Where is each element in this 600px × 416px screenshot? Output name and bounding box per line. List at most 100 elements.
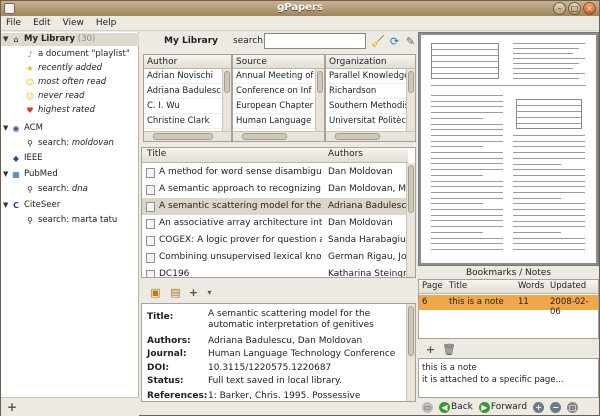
add-icon[interactable]: + xyxy=(187,286,200,299)
list-item[interactable]: Adrian Novischi xyxy=(144,69,231,84)
table-row[interactable]: A semantic scattering model for the a… A… xyxy=(142,198,408,215)
expand-arrow-icon[interactable]: ▼ xyxy=(3,168,11,181)
minimize-icon[interactable]: – xyxy=(553,2,566,15)
refresh-icon[interactable]: ⟳ xyxy=(388,35,401,48)
pdf-text-line xyxy=(513,140,585,142)
author-column-header[interactable]: Author xyxy=(144,55,231,69)
pdf-page-thumbnail[interactable] xyxy=(421,35,596,263)
title-column-header[interactable]: Title xyxy=(147,149,166,159)
scrollbar-thumb[interactable] xyxy=(224,71,230,93)
table-row[interactable]: DC196 Katharina Steingra xyxy=(142,266,408,277)
list-item[interactable]: Adriana Badulesc xyxy=(144,84,231,99)
sidebar-item-label: highest rated xyxy=(38,105,95,115)
sidebar-item-pubmed[interactable]: ▼ ▦ PubMed xyxy=(3,168,58,181)
sidebar-item-acm[interactable]: ▼ ◉ ACM xyxy=(3,122,43,135)
pdf-preview[interactable] xyxy=(418,32,599,266)
pdf-text-line xyxy=(513,163,561,165)
vertical-scrollbar[interactable] xyxy=(406,163,415,277)
title-column-header[interactable]: Title xyxy=(449,281,467,291)
list-item[interactable]: European Chapter xyxy=(233,99,324,114)
source-column-header[interactable]: Source xyxy=(233,55,324,69)
list-item[interactable]: Richardson xyxy=(326,84,415,99)
scrollbar-thumb[interactable] xyxy=(408,165,414,213)
fit-page-icon[interactable]: □ xyxy=(567,401,579,413)
sidebar-item-citeseer-search[interactable]: ⚲ search: marta tatu xyxy=(25,214,117,227)
sidebar-item-recently-added[interactable]: ★ recently added xyxy=(25,62,102,75)
table-row[interactable]: Combining unsupervised lexical knowl… Ge… xyxy=(142,249,408,266)
organization-column-header[interactable]: Organization xyxy=(326,55,415,69)
vertical-scrollbar[interactable] xyxy=(222,69,231,131)
scrollbar-thumb[interactable] xyxy=(408,71,414,93)
notes-icon[interactable]: ▤ xyxy=(169,286,182,299)
vertical-scrollbar[interactable] xyxy=(406,69,415,131)
scrollbar-thumb[interactable] xyxy=(317,71,323,93)
authors-column-header[interactable]: Authors xyxy=(328,149,363,159)
sidebar-item-my-library[interactable]: ▼ ⌂ My Library (30) xyxy=(1,33,139,46)
words-column-header[interactable]: Words xyxy=(518,281,544,291)
menu-edit[interactable]: Edit xyxy=(33,16,50,30)
print-icon[interactable]: ▭ xyxy=(422,401,433,413)
zoom-in-icon[interactable]: + xyxy=(533,401,545,413)
forward-button[interactable]: ▶ Forward xyxy=(478,401,527,413)
back-button[interactable]: ◀ Back xyxy=(439,401,473,413)
trash-icon[interactable]: 🗑 xyxy=(442,343,456,356)
expand-arrow-icon[interactable]: ▼ xyxy=(3,122,11,135)
detail-references-value[interactable]: 1: Barker, Chris. 1995. Possessive xyxy=(208,391,408,401)
add-icon[interactable]: + xyxy=(424,343,437,356)
add-collection-icon[interactable]: + xyxy=(7,400,17,414)
expand-arrow-icon[interactable]: ▼ xyxy=(3,33,11,46)
search-input[interactable] xyxy=(264,33,366,49)
list-item[interactable]: Parallel Knowledge xyxy=(326,69,415,84)
table-row[interactable]: A method for word sense disambiguat… Dan… xyxy=(142,164,408,181)
sidebar-item-never-read[interactable]: ☹ never read xyxy=(25,90,85,103)
scrollbar-thumb[interactable] xyxy=(335,133,380,140)
list-item[interactable]: Universitat Politèc xyxy=(326,114,415,129)
pdf-text-line xyxy=(517,117,581,118)
sidebar-item-citeseer[interactable]: ▼ C CiteSeer xyxy=(3,199,60,212)
list-item[interactable]: Human Language xyxy=(233,114,324,129)
dropdown-arrow-icon[interactable]: ▾ xyxy=(203,286,216,299)
list-item[interactable]: Christine Clark xyxy=(144,114,231,129)
edit-document-icon[interactable]: ✎ xyxy=(404,35,417,48)
zoom-out-icon[interactable]: − xyxy=(550,401,562,413)
table-row[interactable]: COGEX: A logic prover for question an… S… xyxy=(142,232,408,249)
list-item[interactable]: C. I. Wu xyxy=(144,99,231,114)
sidebar-item-pubmed-search[interactable]: ⚲ search: dna xyxy=(25,183,88,196)
page-column-header[interactable]: Page xyxy=(422,281,443,291)
sidebar-item-ieee[interactable]: ◆ IEEE xyxy=(3,152,43,165)
horizontal-scrollbar[interactable] xyxy=(326,131,415,141)
list-item[interactable]: Conference on Inf xyxy=(233,84,324,99)
expand-arrow-icon[interactable]: ▼ xyxy=(3,199,11,212)
menu-bar: File Edit View Help xyxy=(1,16,599,31)
open-folder-icon[interactable]: ▣ xyxy=(149,286,162,299)
pdf-text-line xyxy=(431,134,503,136)
table-row[interactable]: An associative array architecture inte… … xyxy=(142,215,408,232)
table-row[interactable]: A semantic approach to recognizing te… D… xyxy=(142,181,408,198)
scrollbar-thumb[interactable] xyxy=(153,133,213,140)
sidebar-item-highest-rated[interactable]: ♥ highest rated xyxy=(25,104,95,117)
list-item[interactable]: Southern Methodis xyxy=(326,99,415,114)
scrollbar-thumb[interactable] xyxy=(242,133,287,140)
note-text[interactable]: this is a note it is attached to a speci… xyxy=(418,358,599,398)
maximize-icon[interactable]: □ xyxy=(568,2,581,15)
list-item[interactable]: Annual Meeting of xyxy=(233,69,324,84)
updated-column-header[interactable]: Updated xyxy=(550,281,586,291)
detail-doi-value[interactable]: 10.3115/1220575.1220687 xyxy=(208,363,408,374)
scrollbar-thumb[interactable] xyxy=(408,306,414,356)
clear-broom-icon[interactable]: 🧹 xyxy=(371,35,385,48)
sidebar-item-playlist[interactable]: ♪ a document "playlist" xyxy=(25,48,129,61)
paper-authors: Dan Moldovan, Mar xyxy=(328,184,406,194)
menu-view[interactable]: View xyxy=(63,16,84,30)
title-bar: gPapers – □ × xyxy=(1,1,599,16)
vertical-scrollbar[interactable] xyxy=(406,304,415,401)
vertical-scrollbar[interactable] xyxy=(315,69,324,131)
sidebar-item-acm-search[interactable]: ⚲ search: moldovan xyxy=(25,137,114,150)
detail-label: Journal: xyxy=(147,349,187,359)
horizontal-scrollbar[interactable] xyxy=(144,131,231,141)
menu-file[interactable]: File xyxy=(6,16,21,30)
table-row[interactable]: 6 this is a note 11 2008-02-06 xyxy=(419,295,598,317)
sidebar-item-most-often-read[interactable]: ☺ most often read xyxy=(25,76,106,89)
horizontal-scrollbar[interactable] xyxy=(233,131,324,141)
menu-help[interactable]: Help xyxy=(96,16,117,30)
close-icon[interactable]: × xyxy=(583,2,596,15)
